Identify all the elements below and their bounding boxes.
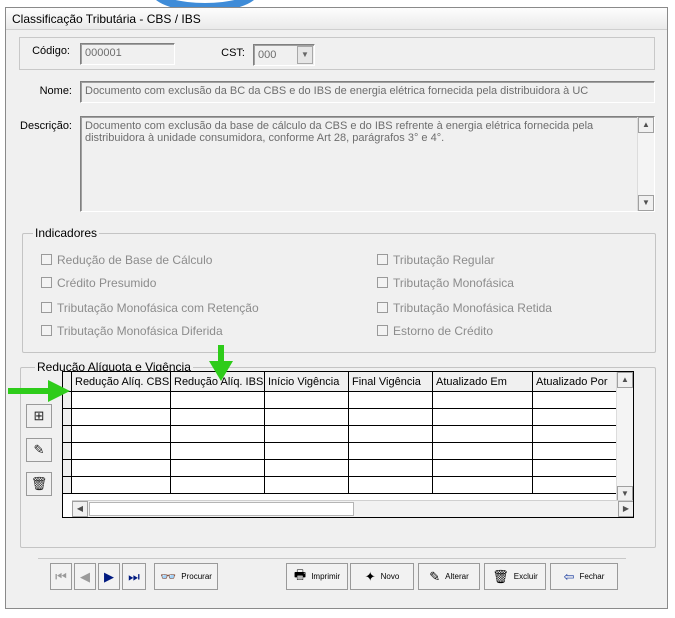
checkbox-box[interactable]: [41, 302, 52, 313]
add-icon: ⊞: [33, 408, 45, 423]
cst-value: 000: [258, 49, 277, 61]
toolbar-separator: [38, 558, 626, 559]
novo-label: Novo: [380, 572, 400, 581]
excluir-label: Excluir: [513, 572, 538, 581]
trash-icon: 🗑: [30, 476, 48, 491]
checkbox-credito-presumido[interactable]: Crédito Presumido: [41, 276, 156, 290]
descricao-scrollbar[interactable]: ▲ ▼: [637, 117, 654, 211]
fechar-button[interactable]: ⇦ Fechar: [550, 563, 618, 590]
table-row[interactable]: [63, 443, 621, 460]
descricao-line-2: distribuidora à unidade consumidora, con…: [85, 132, 445, 144]
scroll-up-icon[interactable]: ▲: [638, 117, 654, 133]
next-record-button[interactable]: ▶: [98, 563, 120, 590]
procurar-label: Procurar: [181, 572, 212, 581]
nome-label: Nome:: [39, 85, 72, 97]
pencil-icon: ✎: [33, 442, 45, 457]
imprimir-label: Imprimir: [311, 572, 341, 581]
checkbox-label: Redução de Base de Cálculo: [57, 253, 213, 267]
checkbox-box[interactable]: [41, 254, 52, 265]
table-row[interactable]: [63, 392, 621, 409]
checkbox-tributacao-regular[interactable]: Tributação Regular: [377, 253, 495, 267]
table-row[interactable]: [63, 460, 621, 477]
table-row[interactable]: [63, 477, 621, 494]
scroll-up-icon[interactable]: ▲: [617, 372, 633, 388]
checkbox-box[interactable]: [41, 325, 52, 336]
scroll-left-icon[interactable]: ◀: [72, 501, 88, 517]
descricao-label: Descrição:: [20, 120, 72, 132]
checkbox-reducao-base[interactable]: Redução de Base de Cálculo: [41, 253, 212, 267]
trash-icon: 🗑: [492, 568, 509, 584]
codigo-field[interactable]: 000001: [80, 43, 175, 65]
grid-header: Redução Alíq. CBS Redução Alíq. IBS Iníc…: [63, 372, 621, 392]
scroll-right-icon[interactable]: ▶: [618, 501, 633, 517]
nome-field[interactable]: Documento com exclusão da BC da CBS e do…: [80, 81, 655, 103]
procurar-button[interactable]: 👓 Procurar: [154, 563, 218, 590]
chevron-down-icon[interactable]: ▼: [297, 46, 313, 64]
novo-button[interactable]: ✦ Novo: [350, 563, 414, 590]
checkbox-box[interactable]: [41, 277, 52, 288]
prev-record-button[interactable]: ◀: [74, 563, 96, 590]
exit-icon: ⇦: [563, 568, 575, 584]
checkbox-label: Tributação Regular: [393, 253, 495, 267]
checkbox-box[interactable]: [377, 325, 388, 336]
grid-rows: [63, 392, 621, 494]
binoculars-icon: 👓: [160, 568, 177, 584]
delete-row-button[interactable]: 🗑: [26, 472, 52, 496]
checkbox-box[interactable]: [377, 302, 388, 313]
imprimir-button[interactable]: 🖶 Imprimir: [286, 563, 348, 590]
checkbox-monofasica-retencao[interactable]: Tributação Monofásica com Retenção: [41, 301, 259, 315]
grid-vscroll[interactable]: ▲ ▼: [616, 372, 633, 502]
cst-label: CST:: [221, 47, 245, 59]
add-row-button[interactable]: ⊞: [26, 404, 52, 428]
col-atualizado-por[interactable]: Atualizado Por: [533, 372, 621, 392]
hscroll-thumb[interactable]: [89, 502, 354, 516]
printer-icon: 🖶: [293, 566, 307, 582]
window-title: Classificação Tributária - CBS / IBS: [6, 8, 667, 30]
prev-icon: ◀: [80, 568, 90, 584]
checkbox-monofasica-retida[interactable]: Tributação Monofásica Retida: [377, 301, 552, 315]
pencil-icon: ✎: [429, 568, 441, 584]
descricao-line-1: Documento com exclusão da base de cálcul…: [85, 120, 594, 132]
next-icon: ▶: [104, 568, 114, 584]
grid-hscroll[interactable]: ◀ ▶: [72, 500, 633, 517]
checkbox-box[interactable]: [377, 254, 388, 265]
alterar-label: Alterar: [445, 572, 469, 581]
col-final-vigencia[interactable]: Final Vigência: [349, 372, 433, 392]
codigo-label: Código:: [32, 45, 70, 57]
col-reducao-cbs[interactable]: Redução Alíq. CBS: [72, 372, 171, 392]
descricao-textarea[interactable]: Documento com exclusão da base de cálcul…: [80, 116, 655, 212]
annotation-arrow-right-icon: [8, 380, 70, 402]
last-record-button[interactable]: ⏭: [122, 563, 146, 590]
col-atualizado-em[interactable]: Atualizado Em: [433, 372, 533, 392]
first-record-button[interactable]: ⏮: [50, 563, 72, 590]
table-row[interactable]: [63, 409, 621, 426]
edit-row-button[interactable]: ✎: [26, 438, 52, 462]
table-row[interactable]: [63, 426, 621, 443]
col-inicio-vigencia[interactable]: Início Vigência: [265, 372, 349, 392]
fechar-label: Fechar: [579, 572, 605, 581]
last-icon: ⏭: [128, 568, 140, 584]
annotation-arrow-down-icon: [209, 345, 233, 381]
checkbox-tributacao-monofasica[interactable]: Tributação Monofásica: [377, 276, 514, 290]
cst-select[interactable]: 000 ▼: [253, 44, 315, 66]
checkbox-label: Estorno de Crédito: [393, 324, 494, 338]
checkbox-label: Crédito Presumido: [57, 276, 157, 290]
checkbox-label: Tributação Monofásica Diferida: [57, 324, 223, 338]
checkbox-monofasica-diferida[interactable]: Tributação Monofásica Diferida: [41, 324, 223, 338]
checkbox-estorno-credito[interactable]: Estorno de Crédito: [377, 324, 493, 338]
reducao-grid[interactable]: Redução Alíq. CBS Redução Alíq. IBS Iníc…: [62, 371, 634, 518]
checkbox-label: Tributação Monofásica Retida: [393, 301, 552, 315]
checkbox-label: Tributação Monofásica: [393, 276, 514, 290]
checkbox-box[interactable]: [377, 277, 388, 288]
excluir-button[interactable]: 🗑 Excluir: [484, 563, 546, 590]
scroll-down-icon[interactable]: ▼: [638, 195, 654, 211]
new-icon: ✦: [364, 568, 376, 584]
first-icon: ⏮: [55, 568, 67, 584]
indicadores-legend: Indicadores: [35, 226, 98, 240]
alterar-button[interactable]: ✎ Alterar: [418, 563, 480, 590]
checkbox-label: Tributação Monofásica com Retenção: [57, 301, 259, 315]
